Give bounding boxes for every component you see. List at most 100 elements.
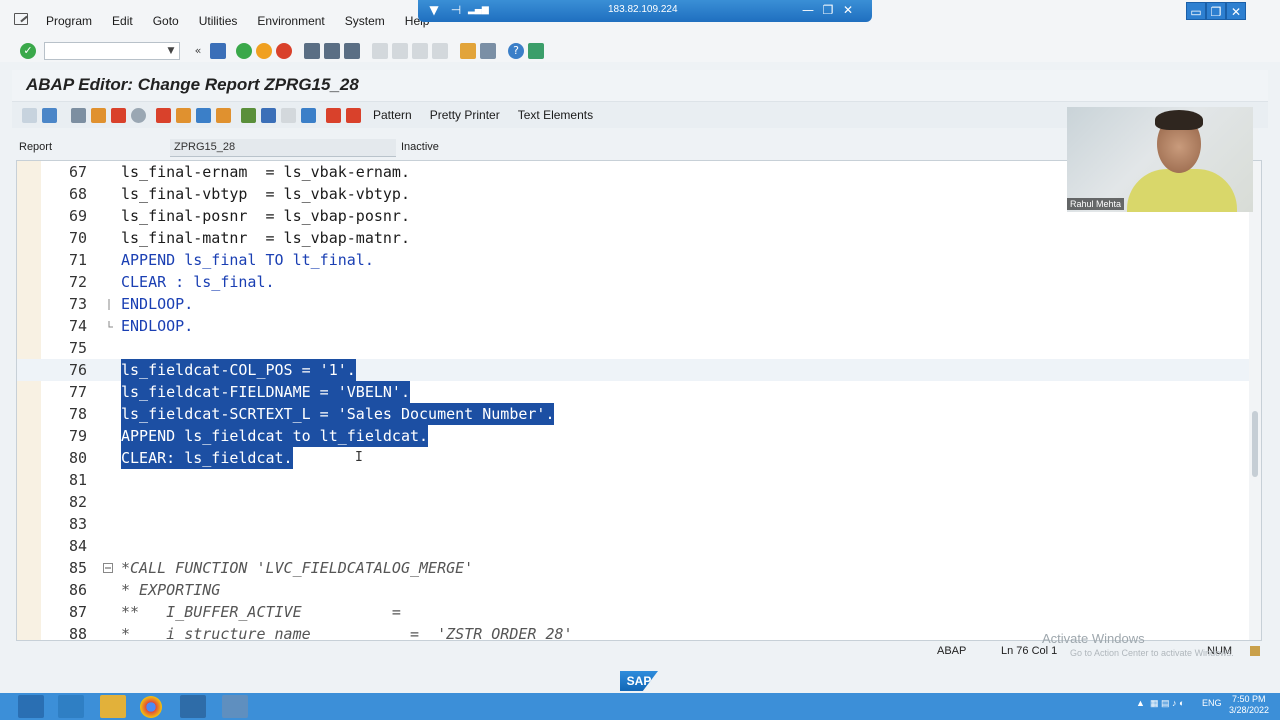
code-line[interactable]: 75 (17, 337, 1249, 359)
collapse-block-icon[interactable] (103, 563, 113, 573)
menu-environment[interactable]: Environment (247, 14, 334, 28)
object-list-icon[interactable] (216, 107, 231, 123)
code-line[interactable]: 67 ls_final-ernam = ls_vbak-ernam. (17, 161, 1249, 183)
status-icon[interactable] (1250, 646, 1260, 656)
command-field[interactable]: ▼ (44, 42, 180, 60)
file-explorer-icon[interactable] (100, 695, 126, 718)
exit-icon[interactable] (256, 43, 272, 59)
code-line[interactable]: 78 ls_fieldcat-SCRTEXT_L = 'Sales Docume… (17, 403, 1249, 425)
breakpoint-icon[interactable] (346, 107, 361, 123)
help-icon[interactable]: ? (508, 43, 524, 59)
pretty-printer-button[interactable]: Pretty Printer (430, 108, 500, 122)
menu-system[interactable]: System (335, 14, 395, 28)
code-line[interactable]: 82 (17, 491, 1249, 513)
layout-icon[interactable] (528, 43, 544, 59)
code-line[interactable]: 86 * EXPORTING (17, 579, 1249, 601)
back-icon[interactable] (236, 43, 252, 59)
collapse-icon[interactable]: « (190, 43, 206, 59)
where-used-icon[interactable] (196, 107, 211, 123)
active-inactive-icon[interactable] (111, 107, 126, 123)
print-icon[interactable] (304, 43, 320, 59)
info-icon[interactable] (301, 107, 316, 123)
report-status: Inactive (401, 141, 439, 153)
text-elements-button[interactable]: Text Elements (518, 108, 593, 122)
tray-language[interactable]: ENG (1202, 698, 1222, 708)
tray-network-icon[interactable]: ▦ ▤ ♪ ◐ (1150, 698, 1184, 709)
window-restore-button[interactable]: ❐ (1206, 2, 1226, 20)
hierarchy-icon[interactable] (241, 107, 256, 123)
code-line[interactable]: 68 ls_final-vbtyp = ls_vbak-vbtyp. (17, 183, 1249, 205)
tray-date[interactable]: 3/28/2022 (1229, 705, 1269, 715)
sap-menu-icon[interactable] (12, 10, 32, 30)
start-icon[interactable] (18, 695, 44, 718)
code-line[interactable]: 79 APPEND ls_fieldcat to lt_fieldcat. (17, 425, 1249, 447)
sap-gui-icon[interactable] (222, 695, 248, 718)
status-position: Ln 76 Col 1 (1001, 645, 1058, 657)
activate-windows-watermark: Activate Windows (1042, 631, 1145, 646)
code-line-current[interactable]: 76 ls_fieldcat-COL_POS = '1'. (17, 359, 1249, 381)
code-editor[interactable]: 67 ls_final-ernam = ls_vbak-ernam. 68 ls… (16, 160, 1262, 641)
code-line[interactable]: 77 ls_fieldcat-FIELDNAME = 'VBELN'. (17, 381, 1249, 403)
shortcut-icon[interactable] (480, 43, 496, 59)
restore-icon[interactable]: ❐ (820, 2, 836, 18)
check-icon[interactable] (131, 107, 146, 123)
code-line[interactable]: 69 ls_final-posnr = ls_vbap-posnr. (17, 205, 1249, 227)
remote-desktop-bar: ▼ ⊣ ▂▄▆ 183.82.109.224 — ❐ ✕ (418, 0, 872, 22)
windows-taskbar: ▲ ▦ ▤ ♪ ◐ ENG 7:50 PM 3/28/2022 (0, 693, 1280, 720)
tray-arrow-icon[interactable]: ▲ (1136, 698, 1145, 708)
activate-icon[interactable] (156, 107, 171, 123)
signal-icon: ▂▄▆ (468, 5, 489, 15)
chevron-down-icon[interactable]: ▼ (426, 2, 442, 18)
display-change-icon[interactable] (91, 107, 106, 123)
chevron-down-icon[interactable]: ▼ (165, 44, 177, 58)
activate-windows-subtext: Go to Action Center to activate Windows. (1070, 648, 1234, 658)
code-line[interactable]: 87 ** I_BUFFER_ACTIVE = (17, 601, 1249, 623)
sap-logon-icon[interactable] (180, 695, 206, 718)
prev-page-icon[interactable] (392, 43, 408, 59)
cancel-icon[interactable] (276, 43, 292, 59)
code-line[interactable]: 85 *CALL FUNCTION 'LVC_FIELDCATALOG_MERG… (17, 557, 1249, 579)
code-line[interactable]: 81 (17, 469, 1249, 491)
text-cursor-icon: I (355, 450, 363, 465)
menu-edit[interactable]: Edit (102, 14, 143, 28)
forward-arrow-icon[interactable] (42, 107, 57, 123)
first-page-icon[interactable] (372, 43, 388, 59)
code-line[interactable]: 73 ENDLOOP. (17, 293, 1249, 315)
window-close-button[interactable]: ✕ (1226, 2, 1246, 20)
menu-goto[interactable]: Goto (143, 14, 189, 28)
next-page-icon[interactable] (412, 43, 428, 59)
code-line[interactable]: 72 CLEAR : ls_final. (17, 271, 1249, 293)
code-line[interactable]: 84 (17, 535, 1249, 557)
chrome-icon[interactable] (140, 696, 162, 718)
window-icon[interactable] (281, 107, 296, 123)
enter-check-icon[interactable]: ✓ (20, 43, 36, 59)
new-session-icon[interactable] (460, 43, 476, 59)
code-line[interactable]: 80 CLEAR: ls_fieldcat. I (17, 447, 1249, 469)
code-line[interactable]: 83 (17, 513, 1249, 535)
minimize-icon[interactable]: — (800, 2, 816, 18)
window-minimize-button[interactable]: ▭ (1186, 2, 1206, 20)
navigation-icon[interactable] (261, 107, 276, 123)
find-next-icon[interactable] (344, 43, 360, 59)
other-object-icon[interactable] (71, 107, 86, 123)
pattern-button[interactable]: Pattern (373, 108, 412, 122)
save-icon[interactable] (210, 43, 226, 59)
page-title: ABAP Editor: Change Report ZPRG15_28 (26, 75, 359, 94)
pin-icon[interactable]: ⊣ (448, 2, 464, 18)
code-line[interactable]: 70 ls_final-matnr = ls_vbap-matnr. (17, 227, 1249, 249)
back-arrow-icon[interactable] (22, 107, 37, 123)
stop-icon[interactable] (326, 107, 341, 123)
code-line[interactable]: 71 APPEND ls_final TO lt_final. (17, 249, 1249, 271)
tray-time[interactable]: 7:50 PM (1232, 694, 1266, 704)
powershell-icon[interactable] (58, 695, 84, 718)
close-icon[interactable]: ✕ (840, 2, 856, 18)
test-icon[interactable] (176, 107, 191, 123)
last-page-icon[interactable] (432, 43, 448, 59)
scrollbar-thumb[interactable] (1252, 411, 1258, 477)
fold-line-icon (108, 321, 113, 328)
editor-scrollbar[interactable] (1249, 161, 1261, 640)
menu-program[interactable]: Program (36, 14, 102, 28)
code-line[interactable]: 74 ENDLOOP. (17, 315, 1249, 337)
find-icon[interactable] (324, 43, 340, 59)
menu-utilities[interactable]: Utilities (189, 14, 248, 28)
